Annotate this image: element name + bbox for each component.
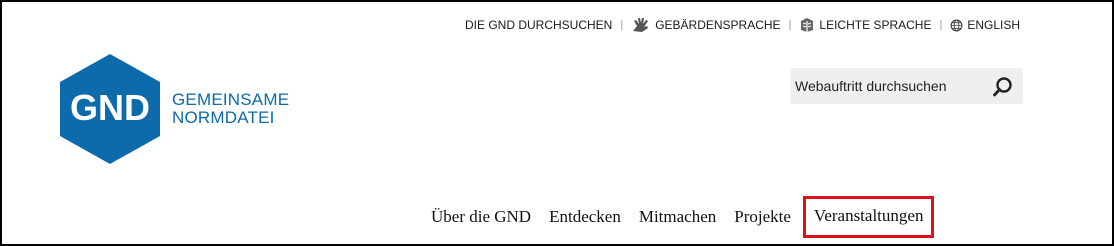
gnd-hexagon-logo-icon: GND: [60, 54, 160, 164]
gnd-logo[interactable]: GND GEMEINSAME NORMDATEI: [58, 52, 289, 166]
meta-separator: |: [788, 19, 792, 31]
globe-icon: [950, 19, 963, 32]
nav-item-mitmachen[interactable]: Mitmachen: [639, 207, 716, 227]
search-icon: [993, 77, 1012, 97]
search-gnd-label: DIE GND DURCHSUCHEN: [464, 18, 613, 32]
meta-separator: |: [939, 19, 943, 31]
logo-line-2: NORMDATEI: [172, 108, 275, 127]
english-link[interactable]: ENGLISH: [950, 18, 1020, 32]
easy-language-link[interactable]: LEICHTE SPRACHE: [799, 17, 931, 33]
nav-item-veranstaltungen[interactable]: Veranstaltungen: [802, 196, 935, 238]
site-search: [790, 68, 1023, 104]
logo-wordmark: GEMEINSAME NORMDATEI: [172, 91, 289, 127]
nav-item-ueber-die-gnd[interactable]: Über die GND: [431, 207, 531, 227]
meta-navigation: DIE GND DURCHSUCHEN | GEBÄRDENSPRACHE | …: [465, 17, 1020, 33]
sign-language-label: GEBÄRDENSPRACHE: [655, 18, 781, 32]
english-label: ENGLISH: [967, 18, 1020, 32]
search-button[interactable]: [991, 75, 1015, 99]
easy-language-book-icon: [799, 17, 815, 33]
main-navigation: Über die GND Entdecken Mitmachen Projekt…: [422, 196, 935, 238]
logo-abbreviation: GND: [70, 87, 150, 128]
search-input[interactable]: [795, 78, 980, 94]
sign-language-hand-icon: [631, 17, 651, 33]
nav-item-entdecken[interactable]: Entdecken: [549, 207, 621, 227]
meta-separator: |: [620, 19, 624, 31]
nav-item-projekte[interactable]: Projekte: [734, 207, 791, 227]
sign-language-link[interactable]: GEBÄRDENSPRACHE: [631, 17, 781, 33]
logo-line-1: GEMEINSAME: [172, 90, 290, 109]
page-frame: DIE GND DURCHSUCHEN | GEBÄRDENSPRACHE | …: [0, 0, 1114, 246]
search-gnd-link[interactable]: DIE GND DURCHSUCHEN: [465, 18, 612, 32]
easy-language-label: LEICHTE SPRACHE: [819, 18, 932, 32]
